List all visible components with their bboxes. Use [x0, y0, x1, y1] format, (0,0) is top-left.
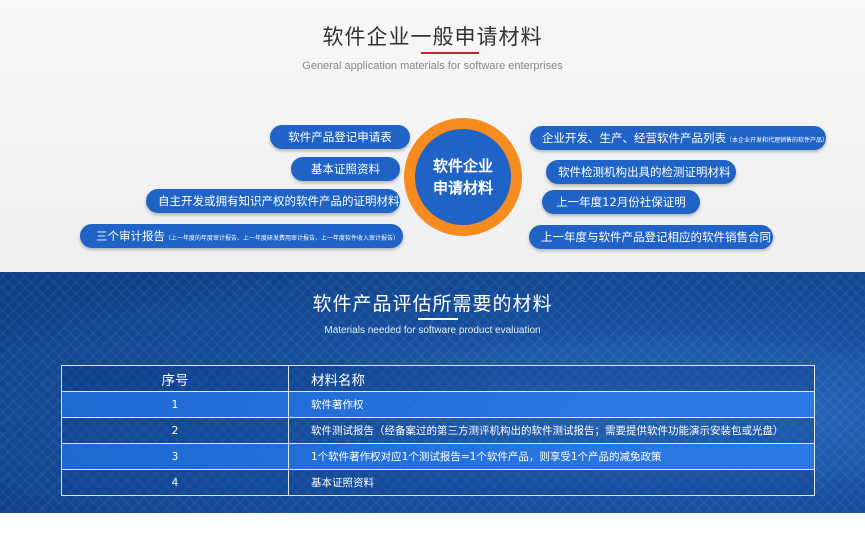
row-name: 基本证照资料: [288, 469, 815, 496]
row-no: 2: [61, 417, 289, 444]
right-item-1-note: （本企业开发和代理销售的软件产品）: [726, 137, 829, 144]
row-name: 软件测试报告（经备案过的第三方测评机构出的软件测试报告；需要提供软件功能演示安装…: [288, 417, 815, 444]
right-item-1-label: 企业开发、生产、经营软件产品列表: [542, 131, 726, 145]
right-item-1: 企业开发、生产、经营软件产品列表（本企业开发和代理销售的软件产品）: [530, 126, 829, 150]
left-item-4-label: 三个审计报告: [96, 229, 165, 243]
materials-table: 序号 材料名称 1 软件著作权 2 软件测试报告（经备案过的第三方测评机构出的软…: [61, 365, 815, 496]
right-item-4: 上一年度与软件产品登记相应的软件销售合同: [529, 225, 773, 249]
table-row: 1 软件著作权: [61, 391, 815, 418]
general-materials-section: 软件企业一般申请材料 General application materials…: [0, 0, 865, 272]
center-line-2: 申请材料: [432, 179, 493, 197]
section-title: 软件企业一般申请材料: [322, 25, 543, 49]
right-item-2: 软件检测机构出具的检测证明材料: [546, 160, 736, 184]
row-no: 3: [61, 443, 289, 470]
header-name: 材料名称: [288, 365, 815, 392]
row-no: 1: [61, 391, 289, 418]
left-item-1: 软件产品登记申请表: [270, 125, 410, 149]
title-underline: [421, 52, 479, 54]
row-name: 1个软件著作权对应1个测试报告=1个软件产品，则享受1个产品的减免政策: [288, 443, 815, 470]
center-line-1: 软件企业: [432, 157, 493, 175]
table-row: 3 1个软件著作权对应1个测试报告=1个软件产品，则享受1个产品的减免政策: [61, 443, 815, 470]
row-no: 4: [61, 469, 289, 496]
left-item-3: 自主开发或拥有知识产权的软件产品的证明材料: [146, 189, 400, 213]
section-title: 软件产品评估所需要的材料: [312, 293, 553, 315]
center-badge: 软件企业 申请材料: [415, 129, 511, 225]
right-item-3: 上一年度12月份社保证明: [542, 190, 700, 214]
title-underline: [418, 318, 458, 320]
header-no: 序号: [61, 365, 289, 392]
table-header-row: 序号 材料名称: [61, 365, 815, 392]
section-subtitle: General application materials for softwa…: [302, 60, 563, 72]
left-item-4-note: （上一年度的年度审计报告、上一年度研发费用审计报告、上一年度软件收入审计报告）: [165, 235, 400, 242]
section-subtitle: Materials needed for software product ev…: [324, 325, 541, 336]
left-item-2: 基本证照资料: [291, 157, 400, 181]
left-item-4: 三个审计报告（上一年度的年度审计报告、上一年度研发费用审计报告、上一年度软件收入…: [80, 224, 403, 248]
table-row: 2 软件测试报告（经备案过的第三方测评机构出的软件测试报告；需要提供软件功能演示…: [61, 417, 815, 444]
row-name: 软件著作权: [288, 391, 815, 418]
table-row: 4 基本证照资料: [61, 469, 815, 496]
